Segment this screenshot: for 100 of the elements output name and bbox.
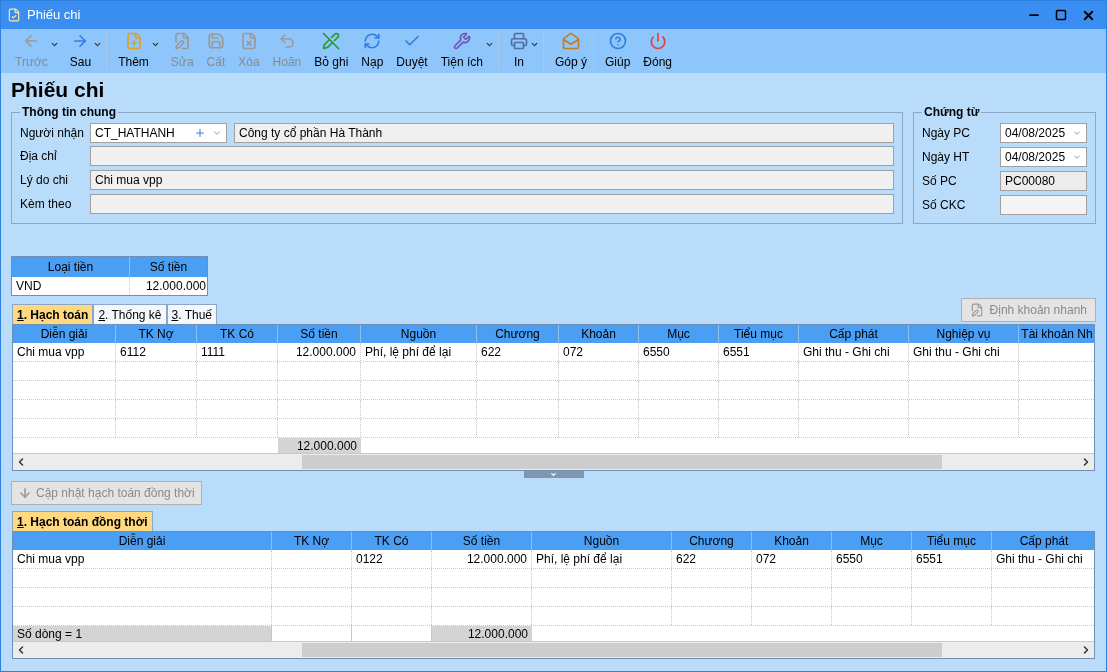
toolbar-icon <box>173 31 192 50</box>
column-header[interactable]: Nghiệp vụ <box>909 325 1019 343</box>
toolbar-icon <box>239 31 258 50</box>
table-cell: Phí, lệ phí để lại <box>365 345 452 359</box>
column-header[interactable]: Diễn giải <box>13 325 116 343</box>
table-cell: Phí, lệ phí để lại <box>536 552 623 566</box>
scroll-thumb[interactable] <box>301 643 942 657</box>
column-header[interactable]: Nguồn <box>532 532 672 550</box>
row-count: Số dòng = 1 <box>17 627 83 641</box>
toolbar-button[interactable]: Đóng <box>637 31 679 71</box>
input-field[interactable]: PC00080 <box>1000 171 1087 191</box>
scroll-thumb[interactable] <box>301 455 942 469</box>
date-field[interactable]: 04/08/2025 <box>1000 123 1087 143</box>
input-field[interactable] <box>90 194 894 214</box>
toolbar-icon <box>206 31 225 50</box>
table-cell: VND <box>16 279 42 293</box>
column-header[interactable]: TK Có <box>197 325 278 343</box>
maximize-icon[interactable] <box>1055 9 1067 21</box>
toolbar-icon <box>322 31 341 50</box>
tab[interactable]: 2. Thống kê <box>93 304 167 324</box>
toolbar-button[interactable]: Sau <box>63 31 108 71</box>
column-header[interactable]: Tiểu mục <box>912 532 992 550</box>
add-icon[interactable] <box>194 126 206 139</box>
toolbar-icon <box>648 31 667 50</box>
input-field[interactable] <box>1000 195 1087 215</box>
field-label: Địa chỉ <box>20 148 58 165</box>
toolbar-button[interactable]: Bỏ ghi <box>308 31 356 71</box>
column-header[interactable]: Chương <box>477 325 559 343</box>
table-cell: 072 <box>756 552 777 566</box>
toolbar-button[interactable]: Tiện ích <box>434 31 499 71</box>
column-header[interactable]: Số tiền <box>278 325 361 343</box>
table-cell: 6550 <box>643 345 670 359</box>
toolbar-button[interactable]: Thêm <box>112 31 165 71</box>
date-field[interactable]: 04/08/2025 <box>1000 147 1087 167</box>
table-cell: 1111 <box>201 345 226 359</box>
column-header[interactable]: Mục <box>639 325 719 343</box>
table-cell: 622 <box>481 345 502 359</box>
horizontal-scrollbar[interactable] <box>13 642 1094 658</box>
total-amount: 12.000.000 <box>467 627 528 641</box>
recipient-name-field[interactable]: Công ty cổ phần Hà Thành <box>234 122 894 143</box>
window-title: Phiếu chi <box>27 6 81 25</box>
group-title: Chứng từ <box>923 104 981 121</box>
splitter-handle[interactable] <box>523 471 584 478</box>
column-header[interactable]: Cấp phát <box>992 532 1094 550</box>
table-cell: Ghi thu - Ghi chi <box>913 345 1000 359</box>
toolbar-icon <box>124 31 143 50</box>
tab[interactable]: 3. Thuế <box>166 304 218 324</box>
toolbar-icon <box>608 31 627 50</box>
field-label: Ngày PC <box>922 125 972 142</box>
toolbar-icon <box>509 31 528 50</box>
toolbar-button[interactable]: Nạp <box>355 31 391 71</box>
toolbar-icon <box>277 31 296 50</box>
table-cell: 072 <box>563 345 584 359</box>
form-heading: Phiếu chi <box>10 77 106 103</box>
table-cell: Chi mua vpp <box>17 345 85 359</box>
field-label: Lý do chi <box>20 172 70 189</box>
field-label: Ngày HT <box>922 149 971 166</box>
total-amount: 12.000.000 <box>296 439 357 453</box>
column-header[interactable]: Tiểu mục <box>719 325 799 343</box>
column-header[interactable]: Tài khoản Nh <box>1019 325 1094 343</box>
column-header[interactable]: Khoản <box>752 532 832 550</box>
recipient-combobox[interactable]: CT_HATHANH <box>90 122 227 143</box>
field-label: Số CKC <box>922 197 967 214</box>
field-label: Người nhận <box>20 124 85 142</box>
table-cell: 6551 <box>916 552 943 566</box>
app-icon <box>7 8 21 22</box>
toolbar-button[interactable]: Góp ý <box>548 31 594 71</box>
column-header[interactable]: Mục <box>832 532 912 550</box>
horizontal-scrollbar[interactable] <box>13 454 1094 470</box>
column-header[interactable]: Số tiền <box>432 532 532 550</box>
toolbar-button[interactable]: Duyệt <box>390 31 435 71</box>
toolbar-button[interactable]: In <box>503 31 544 71</box>
column-header[interactable]: TK Có <box>352 532 432 550</box>
toolbar-button[interactable]: Giúp <box>598 31 638 71</box>
table-cell: 622 <box>676 552 697 566</box>
toolbar-icon <box>363 31 382 50</box>
column-header[interactable]: Loại tiền <box>12 257 130 277</box>
column-header[interactable]: TK Nợ <box>116 325 197 343</box>
table-cell: 6550 <box>836 552 863 566</box>
tab[interactable]: 1. Hạch toán <box>12 304 94 324</box>
column-header[interactable]: Nguồn <box>361 325 477 343</box>
table-cell: Chi mua vpp <box>17 552 85 566</box>
column-header[interactable]: Cấp phát <box>799 325 909 343</box>
table-cell: Ghi thu - Ghi chi <box>803 345 890 359</box>
table-cell: 6112 <box>120 345 146 359</box>
table-cell: 12.000.000 <box>295 345 356 359</box>
table-cell: 12.000.000 <box>145 279 206 293</box>
column-header[interactable]: Diễn giải <box>13 532 272 550</box>
table-cell: 12.000.000 <box>466 552 527 566</box>
input-field[interactable]: Chi mua vpp <box>90 170 894 190</box>
group-title: Thông tin chung <box>21 104 117 121</box>
tab[interactable]: 1. Hạch toán đồng thời <box>12 511 153 531</box>
column-header[interactable]: Khoản <box>559 325 639 343</box>
column-header[interactable]: Số tiền <box>130 257 207 277</box>
field-label: Kèm theo <box>20 196 73 213</box>
column-header[interactable]: TK Nợ <box>272 532 352 550</box>
column-header[interactable]: Chương <box>672 532 752 550</box>
input-field[interactable] <box>90 146 894 166</box>
table-cell: Ghi thu - Ghi chi <box>996 552 1083 566</box>
table-cell: 0122 <box>356 552 383 566</box>
